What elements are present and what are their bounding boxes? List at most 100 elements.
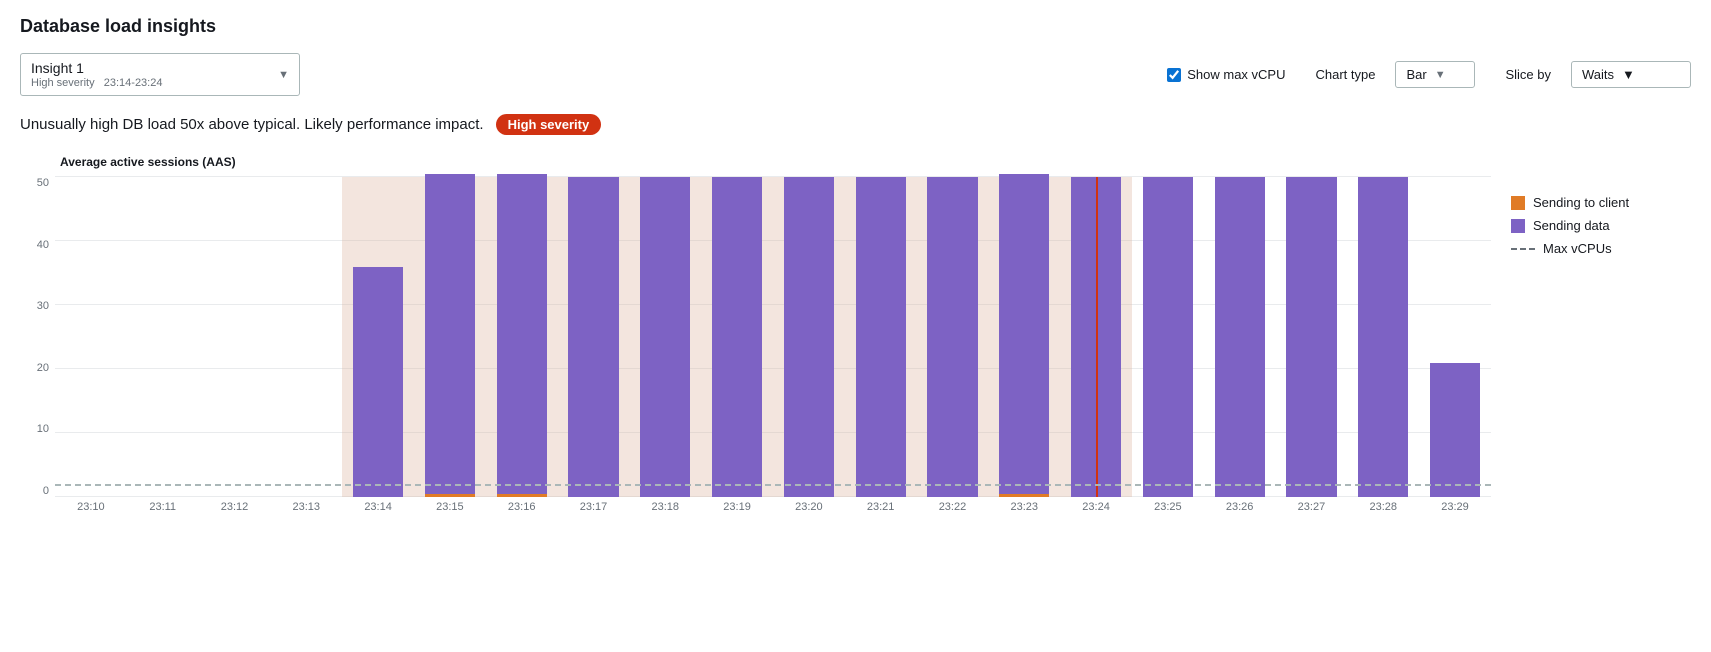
legend: Sending to client Sending data Max vCPUs [1511,155,1691,256]
x-label: 23:14 [342,501,414,513]
bar-sending-to-client [497,494,547,497]
bar-group [917,177,989,497]
x-label: 23:18 [629,501,701,513]
legend-item: Sending data [1511,218,1691,233]
x-label: 23:21 [845,501,917,513]
x-label: 23:20 [773,501,845,513]
bar-sending-data [1358,177,1408,497]
legend-dashed-line [1511,248,1535,250]
slice-by-dropdown[interactable]: Waits ▼ [1571,61,1691,88]
y-axis: 0 10 20 30 40 50 [20,177,55,497]
bar-sending-data [1430,363,1480,497]
chart-type-arrow: ▼ [1435,69,1446,81]
bar-group [199,177,271,497]
bar-sending-data [640,177,690,497]
legend-item: Max vCPUs [1511,241,1691,256]
x-label: 23:29 [1419,501,1491,513]
legend-item: Sending to client [1511,195,1691,210]
y-axis-label: Average active sessions (AAS) [60,155,1491,169]
bar-sending-data [999,174,1049,494]
bar-group [845,177,917,497]
y-tick: 10 [20,423,49,435]
bar-group [773,177,845,497]
slice-by-value: Waits [1582,67,1614,82]
insight-severity: High severity [31,77,95,89]
alert-row: Unusually high DB load 50x above typical… [20,114,1691,135]
x-label: 23:23 [988,501,1060,513]
x-label: 23:16 [486,501,558,513]
bar-sending-data [425,174,475,494]
x-label: 23:25 [1132,501,1204,513]
chart-container: Average active sessions (AAS) 0 10 20 30 40 5… [20,155,1691,513]
severity-badge: High severity [496,114,602,135]
bar-group [1347,177,1419,497]
bar-group [629,177,701,497]
chart-type-label: Chart type [1315,67,1375,82]
insight-dropdown-arrow: ▼ [278,69,289,81]
insight-name: Insight 1 [31,60,289,76]
legend-label: Max vCPUs [1543,241,1612,256]
bar-sending-data [1286,177,1336,497]
legend-color-swatch [1511,219,1525,233]
x-label: 23:13 [270,501,342,513]
x-label: 23:12 [199,501,271,513]
chart-plot [55,177,1491,497]
legend-label: Sending data [1533,218,1610,233]
bar-group [127,177,199,497]
show-max-vcpu-label: Show max vCPU [1187,67,1285,82]
chart-type-dropdown[interactable]: Bar ▼ [1395,61,1475,88]
bar-group [1132,177,1204,497]
max-vcpu-line [55,484,1491,486]
bar-group [55,177,127,497]
x-axis: 23:1023:1123:1223:1323:1423:1523:1623:17… [55,501,1491,513]
red-line [1096,177,1098,497]
x-label: 23:27 [1276,501,1348,513]
bar-group [270,177,342,497]
insight-meta: High severity 23:14-23:24 [31,77,289,89]
bar-group [342,177,414,497]
bar-group [414,177,486,497]
bar-group [988,177,1060,497]
y-tick: 50 [20,177,49,189]
legend-color-swatch [1511,196,1525,210]
x-label: 23:26 [1204,501,1276,513]
bar-group [1276,177,1348,497]
bar-sending-data [856,177,906,497]
insight-time-range: 23:14-23:24 [104,77,163,89]
y-tick: 30 [20,300,49,312]
x-label: 23:24 [1060,501,1132,513]
x-label: 23:10 [55,501,127,513]
show-max-vcpu-checkbox[interactable] [1167,68,1181,82]
page-title: Database load insights [20,16,1691,37]
bar-sending-data [497,174,547,494]
bars-layer [55,177,1491,497]
bar-sending-to-client [999,494,1049,497]
show-max-vcpu-control: Show max vCPU [1167,67,1285,82]
x-label: 23:19 [701,501,773,513]
controls-row: Insight 1 High severity 23:14-23:24 ▼ Sh… [20,53,1691,96]
bar-group [558,177,630,497]
chart-area: Average active sessions (AAS) 0 10 20 30 40 5… [20,155,1491,513]
bar-sending-data [353,267,403,497]
x-label: 23:11 [127,501,199,513]
alert-message: Unusually high DB load 50x above typical… [20,116,484,133]
insight-selector[interactable]: Insight 1 High severity 23:14-23:24 ▼ [20,53,300,96]
y-tick: 20 [20,362,49,374]
bar-group [701,177,773,497]
bar-sending-data [568,177,618,497]
bar-sending-data [712,177,762,497]
bar-sending-to-client [425,494,475,497]
y-tick: 0 [20,485,49,497]
slice-by-label: Slice by [1505,67,1551,82]
x-label: 23:28 [1347,501,1419,513]
bar-group [1204,177,1276,497]
bar-sending-data [1143,177,1193,497]
legend-label: Sending to client [1533,195,1629,210]
x-label: 23:17 [558,501,630,513]
x-label: 23:22 [917,501,989,513]
x-label: 23:15 [414,501,486,513]
chart-inner: 0 10 20 30 40 50 [20,177,1491,497]
bar-group [1419,177,1491,497]
chart-type-value: Bar [1406,67,1426,82]
y-tick: 40 [20,239,49,251]
